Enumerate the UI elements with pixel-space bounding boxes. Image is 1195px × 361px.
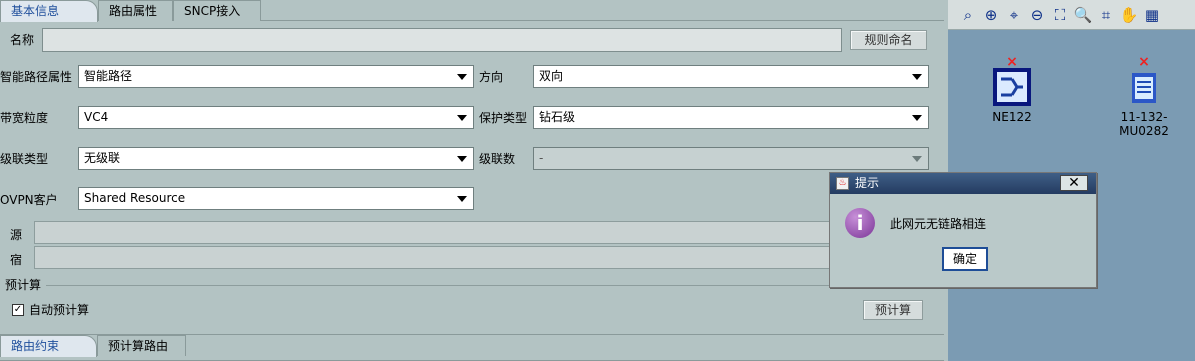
name-label: 名称 — [10, 33, 35, 47]
chevron-down-icon — [457, 115, 467, 121]
chevron-down-icon — [912, 74, 922, 80]
cascade-count-value: - — [539, 151, 544, 165]
name-input[interactable] — [42, 28, 842, 52]
bandwidth-select[interactable]: VC4 — [78, 106, 474, 129]
bandwidth-label: 带宽粒度 — [0, 111, 49, 125]
direction-value: 双向 — [539, 69, 564, 83]
zoom-region-icon[interactable]: ⌖ — [1004, 5, 1024, 25]
disconnected-icon: × — [1006, 54, 1018, 70]
cascade-count-label: 级联数 — [479, 152, 516, 166]
ok-button[interactable]: 确定 — [942, 247, 988, 271]
node-label-mu0282: 11-132-MU0282 — [1119, 110, 1169, 138]
direction-label: 方向 — [479, 70, 504, 84]
ovpn-value: Shared Resource — [84, 191, 186, 205]
zoom-out-icon[interactable]: ⊖ — [1027, 5, 1047, 25]
topology-toolbar: ⌕ ⊕ ⌖ ⊖ ⛶ 🔍 ⌗ ✋ ▦ — [948, 0, 1195, 30]
cascade-type-label: 级联类型 — [0, 152, 49, 166]
bandwidth-value: VC4 — [84, 110, 109, 124]
cascade-count-select: - — [533, 147, 929, 170]
sink-field[interactable] — [34, 246, 834, 269]
zoom-box-icon[interactable]: ⌗ — [1096, 5, 1116, 25]
select-icon[interactable]: ⌕ — [958, 5, 978, 25]
auto-precalc-label: 自动预计算 — [29, 303, 90, 317]
smart-path-label: 智能路径属性 — [0, 70, 73, 84]
smart-path-select[interactable]: 智能路径 — [78, 65, 474, 88]
cascade-type-select[interactable]: 无级联 — [78, 147, 474, 170]
protection-label: 保护类型 — [479, 111, 528, 125]
chevron-down-icon — [457, 196, 467, 202]
source-field[interactable] — [34, 221, 834, 244]
chevron-down-icon — [457, 156, 467, 162]
chevron-down-icon — [457, 74, 467, 80]
network-element-icon — [993, 68, 1031, 106]
sink-label: 宿 — [10, 253, 23, 267]
smart-path-value: 智能路径 — [84, 69, 133, 83]
rule-name-button[interactable]: 规则命名 — [850, 30, 927, 50]
zoom-in-icon[interactable]: ⊕ — [981, 5, 1001, 25]
tab-route-properties[interactable]: 路由属性 — [98, 0, 173, 21]
protection-select[interactable]: 钻石级 — [533, 106, 929, 129]
auto-precalc-checkbox[interactable]: ✓ — [12, 304, 24, 316]
node-label-ne122: NE122 — [992, 110, 1032, 124]
precalc-group-label: 预计算 — [5, 278, 42, 292]
precalc-button[interactable]: 预计算 — [863, 300, 923, 320]
tab-basic-info[interactable]: 基本信息 — [0, 0, 98, 22]
close-button[interactable]: ✕ — [1060, 175, 1088, 191]
fit-icon[interactable]: ⛶ — [1050, 5, 1070, 25]
left-form-panel: 基本信息 路由属性 SNCP接入 名称 规则命名 智能路径属性 智能路径 方向 … — [0, 0, 944, 361]
ovpn-select[interactable]: Shared Resource — [78, 187, 474, 210]
bottom-tabbar: 路由约束 预计算路由 — [0, 334, 944, 361]
ovpn-label: OVPN客户 — [0, 193, 58, 207]
chevron-down-icon — [912, 115, 922, 121]
topology-node-mu0282[interactable]: × 11-132-MU0282 — [1102, 54, 1186, 138]
top-tabbar: 基本信息 路由属性 SNCP接入 — [0, 0, 944, 22]
table-icon[interactable]: ▦ — [1142, 5, 1162, 25]
java-app-icon: ♨ — [836, 177, 849, 190]
precalc-divider — [46, 285, 935, 286]
chevron-down-icon — [912, 156, 922, 162]
tab-precalc-route[interactable]: 预计算路由 — [97, 335, 186, 356]
tab-route-constraints[interactable]: 路由约束 — [0, 335, 97, 357]
dialog-titlebar: ♨ 提示 ✕ — [830, 173, 1096, 194]
disconnected-icon: × — [1138, 54, 1150, 70]
magnifier-icon[interactable]: 🔍 — [1073, 5, 1093, 25]
hand-icon[interactable]: ✋ — [1119, 5, 1139, 25]
dialog-message: 此网元无链路相连 — [890, 217, 987, 231]
notice-dialog: ♨ 提示 ✕ i 此网元无链路相连 确定 — [829, 172, 1097, 288]
direction-select[interactable]: 双向 — [533, 65, 929, 88]
tab-sncp-access[interactable]: SNCP接入 — [173, 0, 261, 21]
cascade-type-value: 无级联 — [84, 151, 121, 165]
dialog-title: 提示 — [855, 176, 880, 190]
topology-node-ne122[interactable]: × NE122 — [982, 54, 1042, 124]
info-icon: i — [845, 208, 875, 238]
network-element-icon — [1132, 73, 1156, 103]
source-label: 源 — [10, 228, 23, 242]
protection-value: 钻石级 — [539, 110, 576, 124]
